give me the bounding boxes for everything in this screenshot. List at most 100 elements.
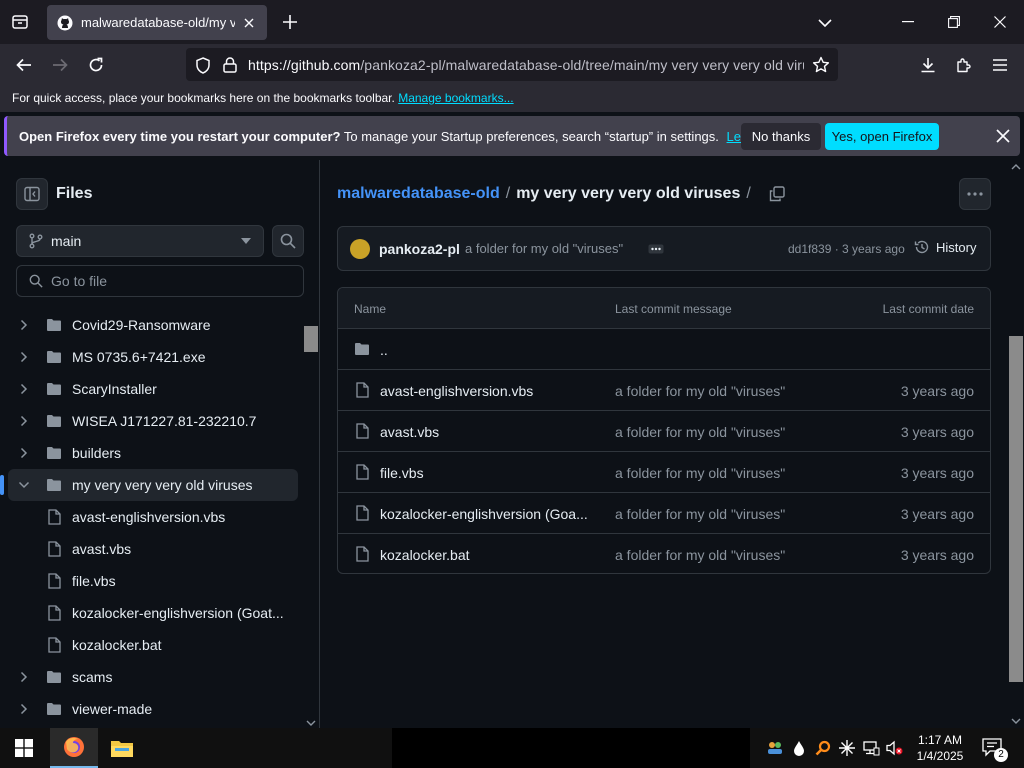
chevron-right-icon[interactable]: [16, 349, 32, 365]
volume-muted-tray-icon[interactable]: [886, 738, 904, 758]
file-rows: avast-englishversion.vbs a folder for my …: [338, 370, 990, 573]
file-name-link[interactable]: avast-englishversion.vbs: [380, 383, 533, 399]
yes-open-firefox-button[interactable]: Yes, open Firefox: [825, 123, 939, 150]
tab-close-icon[interactable]: [241, 15, 257, 31]
table-row[interactable]: kozalocker-englishversion (Goa... a folde…: [338, 493, 990, 534]
minimize-button[interactable]: [898, 12, 918, 32]
copy-path-icon[interactable]: [769, 186, 785, 202]
table-row[interactable]: kozalocker.bat a folder for my old "virus…: [338, 534, 990, 573]
commit-author[interactable]: pankoza2-pl: [379, 241, 460, 257]
tree-item-folder[interactable]: Covid29-Ransomware: [8, 309, 298, 341]
extensions-button[interactable]: [952, 53, 976, 77]
chevron-right-icon[interactable]: [16, 317, 32, 333]
list-all-tabs-button[interactable]: [814, 12, 836, 34]
bookmarks-toolbar: For quick access, place your bookmarks h…: [0, 86, 1024, 112]
lock-icon[interactable]: [222, 56, 238, 74]
chevron-right-icon[interactable]: [16, 381, 32, 397]
parent-directory-link[interactable]: ..: [380, 342, 388, 358]
scroll-down-arrow-icon[interactable]: [306, 720, 316, 726]
chevron-down-icon[interactable]: [16, 477, 32, 493]
file-name-link[interactable]: kozalocker-englishversion (Goa...: [380, 506, 588, 522]
chevron-right-icon[interactable]: [16, 701, 32, 717]
page-scrollbar[interactable]: [1007, 160, 1024, 728]
chevron-right-icon[interactable]: [16, 445, 32, 461]
tree-item-folder[interactable]: builders: [8, 437, 298, 469]
app-menu-button[interactable]: [988, 53, 1012, 77]
tree-item-folder[interactable]: my very very very old viruses: [0, 469, 298, 501]
scroll-down-arrow-icon[interactable]: [1011, 718, 1021, 724]
taskbar-file-explorer[interactable]: [98, 728, 146, 768]
file-commit-message[interactable]: a folder for my old "viruses": [615, 465, 785, 481]
tree-item-label: kozalocker-englishversion (Goat...: [72, 605, 284, 621]
page-scrollbar-thumb[interactable]: [1009, 336, 1023, 682]
new-tab-button[interactable]: [278, 10, 302, 34]
back-button[interactable]: [12, 53, 36, 77]
tree-item-file[interactable]: file.vbs: [8, 565, 298, 597]
tree-item-file[interactable]: avast.vbs: [8, 533, 298, 565]
tracking-shield-icon[interactable]: [194, 56, 212, 74]
file-name-link[interactable]: kozalocker.bat: [380, 547, 470, 563]
restore-button[interactable]: [944, 12, 964, 32]
tree-item-folder[interactable]: MS 0735.6+7421.exe: [8, 341, 298, 373]
file-commit-message[interactable]: a folder for my old "viruses": [615, 424, 785, 440]
file-commit-message[interactable]: a folder for my old "viruses": [615, 547, 785, 563]
sidebar-scrollbar-thumb[interactable]: [304, 326, 318, 352]
scroll-up-arrow-icon[interactable]: [1011, 164, 1021, 170]
go-to-file-input[interactable]: Go to file: [16, 265, 304, 297]
system-clock[interactable]: 1:17 AM 1/4/2025: [910, 732, 970, 764]
browser-tab[interactable]: malwaredatabase-old/my very very very ol…: [47, 5, 267, 40]
chevron-right-icon[interactable]: [16, 413, 32, 429]
reload-button[interactable]: [84, 53, 108, 77]
file-name-link[interactable]: file.vbs: [380, 465, 424, 481]
branch-selector[interactable]: main: [16, 225, 264, 257]
url-bar[interactable]: https://github.com/pankoza2-pl/malwareda…: [186, 48, 838, 81]
start-button[interactable]: [0, 728, 48, 768]
tree-item-file[interactable]: avast-englishversion.vbs: [8, 501, 298, 533]
commit-sha-and-age[interactable]: dd1f839 · 3 years ago: [788, 242, 905, 256]
file-commit-message[interactable]: a folder for my old "viruses": [615, 383, 785, 399]
tree-item-folder[interactable]: viewer-made: [8, 693, 298, 725]
taskbar-firefox[interactable]: [50, 728, 98, 768]
breadcrumb-separator: /: [505, 185, 511, 202]
table-row[interactable]: file.vbs a folder for my old "viruses" 3 y…: [338, 452, 990, 493]
tree-item-file[interactable]: kozalocker.bat: [8, 629, 298, 661]
tree-item-folder[interactable]: scams: [8, 661, 298, 693]
history-button[interactable]: History: [914, 239, 976, 255]
expand-commit-message-icon[interactable]: [648, 242, 664, 256]
file-commit-date: 3 years ago: [900, 506, 974, 522]
water-drop-tray-icon[interactable]: [790, 738, 808, 758]
notification-close-button[interactable]: [993, 126, 1013, 146]
close-window-button[interactable]: [990, 12, 1010, 32]
commit-message[interactable]: a folder for my old "viruses": [465, 241, 623, 256]
sidebar-scrollbar[interactable]: [302, 310, 318, 728]
tree-item-label: MS 0735.6+7421.exe: [72, 349, 206, 365]
file-icon: [354, 464, 370, 480]
manage-bookmarks-link[interactable]: Manage bookmarks...: [398, 91, 513, 105]
more-options-button[interactable]: [959, 178, 991, 210]
breadcrumb-repo-link[interactable]: malwaredatabase-old: [337, 185, 500, 203]
no-thanks-button[interactable]: No thanks: [741, 123, 821, 150]
tree-item-file[interactable]: kozalocker-englishversion (Goat...: [8, 597, 298, 629]
avatar[interactable]: [350, 239, 370, 259]
file-name-link[interactable]: avast.vbs: [380, 424, 439, 440]
tree-item-folder[interactable]: ScaryInstaller: [8, 373, 298, 405]
chevron-right-icon[interactable]: [16, 669, 32, 685]
action-center-button[interactable]: 2: [980, 736, 1008, 762]
collapse-sidebar-button[interactable]: [16, 178, 48, 210]
downloads-button[interactable]: [916, 53, 940, 77]
file-commit-message[interactable]: a folder for my old "viruses": [615, 506, 785, 522]
search-files-button[interactable]: [272, 225, 304, 257]
table-row[interactable]: avast.vbs a folder for my old "viruses" 3 …: [338, 411, 990, 452]
search-tray-icon[interactable]: [814, 738, 832, 758]
url-text[interactable]: https://github.com/pankoza2-pl/malwareda…: [248, 57, 804, 73]
parent-directory-row[interactable]: ..: [338, 329, 990, 370]
tab-list-button[interactable]: [0, 0, 40, 44]
tree-item-folder[interactable]: WISEA J171227.81-232210.7: [8, 405, 298, 437]
forward-button[interactable]: [48, 53, 72, 77]
bookmark-star-icon[interactable]: [811, 55, 831, 75]
people-tray-icon[interactable]: [766, 738, 784, 758]
tab-list-icon: [12, 15, 28, 29]
table-row[interactable]: avast-englishversion.vbs a folder for my …: [338, 370, 990, 411]
network-tray-icon[interactable]: [862, 738, 880, 758]
sparkle-tray-icon[interactable]: [838, 738, 856, 758]
